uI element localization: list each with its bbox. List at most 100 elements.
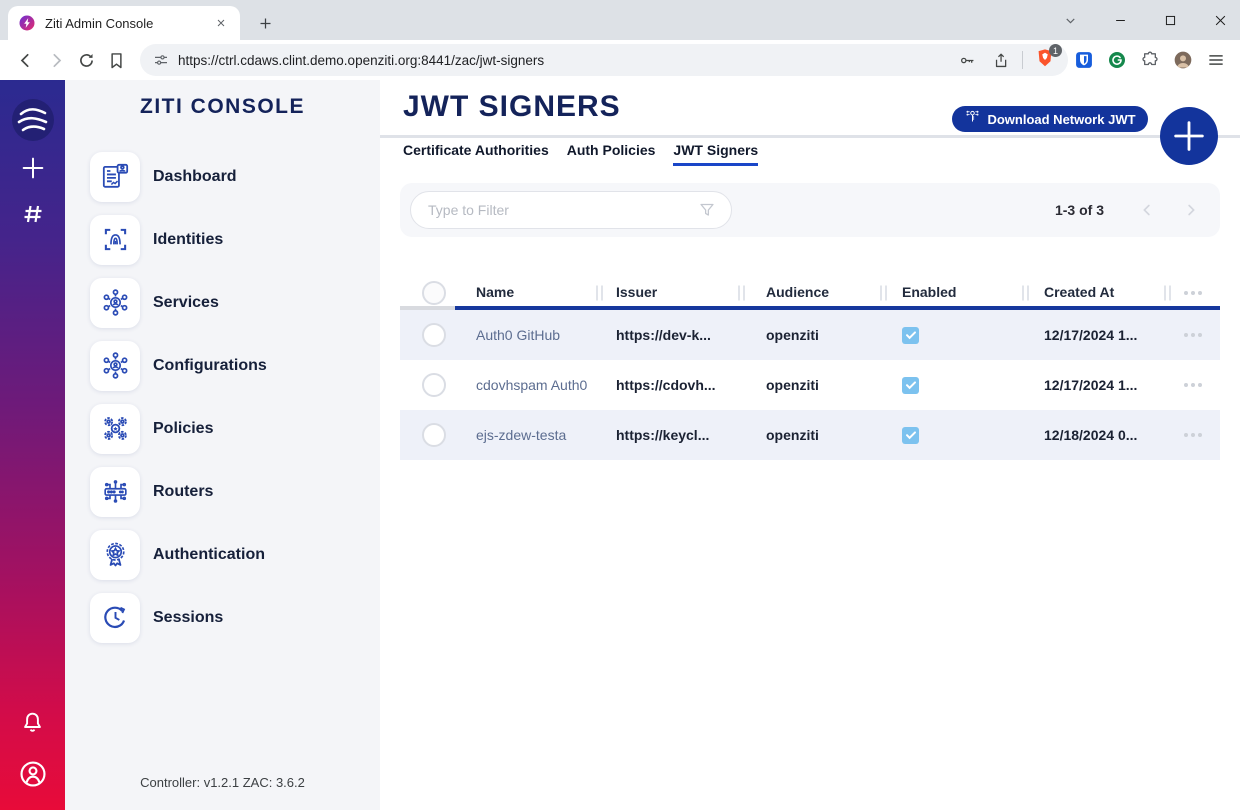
- profile-avatar[interactable]: [1171, 48, 1195, 72]
- column-separator: [1022, 286, 1029, 301]
- enabled-checkbox[interactable]: [902, 327, 919, 344]
- column-separator: [738, 286, 745, 301]
- tab-close-icon[interactable]: [212, 14, 230, 32]
- browser-menu-icon[interactable]: [1204, 48, 1228, 72]
- cell-name: Auth0 GitHub: [476, 327, 598, 343]
- row-menu-icon[interactable]: [1184, 433, 1202, 437]
- password-manager-icon[interactable]: [956, 49, 978, 71]
- cell-issuer: https://keycl...: [616, 427, 740, 443]
- forward-button[interactable]: [43, 47, 69, 73]
- row-menu-icon[interactable]: [1184, 333, 1202, 337]
- extensions-row: [1072, 40, 1228, 80]
- select-all-checkbox[interactable]: [422, 281, 446, 305]
- tab-search-button[interactable]: [1060, 10, 1080, 30]
- address-bar[interactable]: https://ctrl.cdaws.clint.demo.openziti.o…: [140, 44, 1068, 76]
- browser-tabstrip: Ziti Admin Console: [0, 0, 1240, 40]
- column-header-name[interactable]: Name: [476, 284, 514, 300]
- tab-title: Ziti Admin Console: [45, 16, 212, 31]
- divider: [380, 135, 1240, 138]
- row-checkbox[interactable]: [422, 323, 446, 347]
- main-content: JWT SIGNERS Download Network JWT Certifi…: [380, 80, 1240, 810]
- column-header-audience[interactable]: Audience: [766, 284, 829, 300]
- account-icon[interactable]: [11, 752, 55, 796]
- row-checkbox[interactable]: [422, 423, 446, 447]
- configurations-icon: [90, 341, 140, 391]
- column-header-enabled[interactable]: Enabled: [902, 284, 956, 300]
- sidebar-item[interactable]: Authentication: [65, 523, 380, 586]
- left-rail: [0, 80, 65, 810]
- tab[interactable]: Certificate Authorities: [403, 142, 549, 166]
- sidebar-item-label: Dashboard: [153, 168, 237, 186]
- download-label: Download Network JWT: [987, 112, 1135, 127]
- tab[interactable]: Auth Policies: [567, 142, 656, 166]
- bookmark-button[interactable]: [103, 47, 129, 73]
- column-header-created-at[interactable]: Created At: [1044, 284, 1114, 300]
- url-text[interactable]: https://ctrl.cdaws.clint.demo.openziti.o…: [178, 53, 956, 68]
- column-options-icon[interactable]: [1184, 291, 1202, 295]
- routers-icon: [90, 467, 140, 517]
- page-title: JWT SIGNERS: [403, 90, 621, 124]
- download-network-jwt-button[interactable]: Download Network JWT: [952, 106, 1148, 132]
- maximize-button[interactable]: [1160, 10, 1180, 30]
- sidebar-item[interactable]: Routers: [65, 460, 380, 523]
- identities-icon: [90, 215, 140, 265]
- sidebar-item-label: Services: [153, 294, 219, 312]
- policies-icon: [90, 404, 140, 454]
- rail-add-button[interactable]: [11, 146, 55, 190]
- rail-hash-button[interactable]: [11, 192, 55, 236]
- tab[interactable]: JWT Signers: [673, 142, 758, 166]
- ziti-logo-icon[interactable]: [11, 98, 55, 142]
- notifications-bell-icon[interactable]: [11, 700, 55, 744]
- sidebar-item[interactable]: Dashboard: [65, 145, 380, 208]
- back-button[interactable]: [12, 47, 38, 73]
- bitwarden-extension-icon[interactable]: [1072, 48, 1096, 72]
- table-row[interactable]: cdovhspam Auth0 https://cdovh... openzit…: [400, 360, 1220, 410]
- shield-badge: 1: [1049, 44, 1062, 57]
- sidebar-item[interactable]: Sessions: [65, 586, 380, 649]
- authentication-icon: [90, 530, 140, 580]
- sidebar-item[interactable]: Configurations: [65, 334, 380, 397]
- version-footer: Controller: v1.2.1 ZAC: 3.6.2: [65, 775, 380, 790]
- minimize-button[interactable]: [1110, 10, 1130, 30]
- filter-funnel-icon[interactable]: [696, 199, 718, 221]
- add-jwt-signer-button[interactable]: [1160, 107, 1218, 165]
- cell-name: cdovhspam Auth0: [476, 377, 598, 393]
- row-menu-icon[interactable]: [1184, 383, 1202, 387]
- ziti-favicon-icon: [18, 14, 36, 32]
- cell-created-at: 12/17/2024 1...: [1044, 327, 1166, 343]
- new-tab-button[interactable]: [252, 10, 278, 36]
- close-window-button[interactable]: [1210, 10, 1230, 30]
- reload-button[interactable]: [73, 47, 99, 73]
- share-icon[interactable]: [989, 49, 1011, 71]
- cell-audience: openziti: [766, 427, 882, 443]
- cell-audience: openziti: [766, 377, 882, 393]
- brave-shield-icon[interactable]: 1: [1034, 49, 1056, 71]
- tune-icon[interactable]: [152, 51, 170, 69]
- column-header-issuer[interactable]: Issuer: [616, 284, 657, 300]
- divider: [1022, 51, 1023, 69]
- table-body: Auth0 GitHub https://dev-k... openziti 1…: [400, 310, 1220, 460]
- table-row[interactable]: Auth0 GitHub https://dev-k... openziti 1…: [400, 310, 1220, 360]
- table-row[interactable]: ejs-zdew-testa https://keycl... openziti…: [400, 410, 1220, 460]
- pagination-prev-button[interactable]: [1136, 199, 1158, 221]
- sidebar-item[interactable]: Identities: [65, 208, 380, 271]
- sidebar-item-label: Authentication: [153, 546, 265, 564]
- cell-issuer: https://cdovh...: [616, 377, 740, 393]
- grammarly-extension-icon[interactable]: [1105, 48, 1129, 72]
- enabled-checkbox[interactable]: [902, 377, 919, 394]
- pagination-next-button[interactable]: [1180, 199, 1202, 221]
- extensions-icon[interactable]: [1138, 48, 1162, 72]
- cell-created-at: 12/17/2024 1...: [1044, 377, 1166, 393]
- enabled-checkbox[interactable]: [902, 427, 919, 444]
- sidebar-item[interactable]: Policies: [65, 397, 380, 460]
- sidebar-item-label: Configurations: [153, 357, 267, 375]
- services-icon: [90, 278, 140, 328]
- sidebar-item-label: Policies: [153, 420, 213, 438]
- sidebar-item[interactable]: Services: [65, 271, 380, 334]
- sidebar-item-label: Routers: [153, 483, 213, 501]
- address-bar-actions: 1: [956, 49, 1056, 71]
- jwt-signers-table: Name Issuer Audience Enabled Created At …: [400, 280, 1220, 306]
- browser-tab[interactable]: Ziti Admin Console: [8, 6, 240, 40]
- filter-input[interactable]: [410, 191, 732, 229]
- row-checkbox[interactable]: [422, 373, 446, 397]
